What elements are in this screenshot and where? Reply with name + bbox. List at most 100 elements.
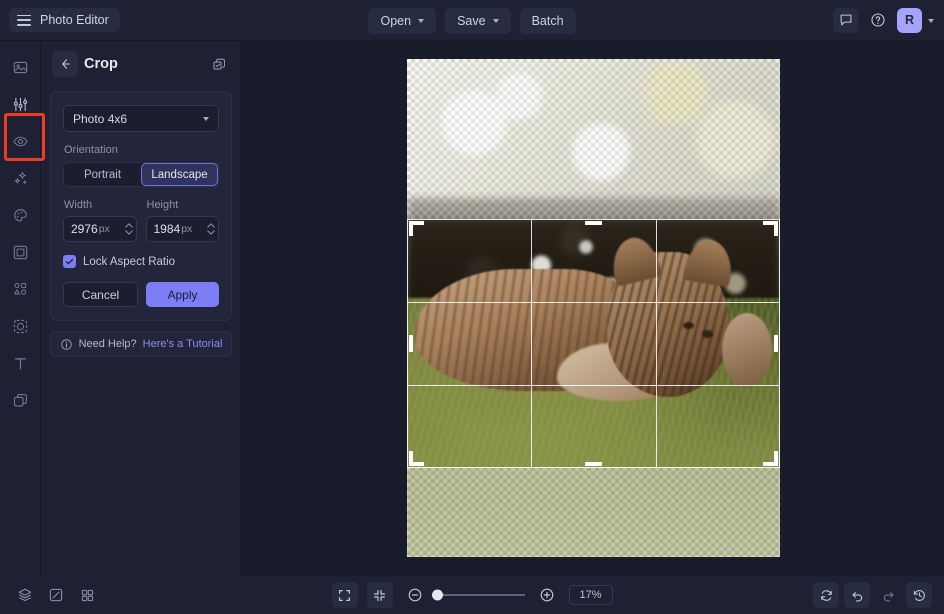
fit-content-button[interactable]	[367, 582, 393, 608]
zoom-in-button[interactable]	[534, 582, 560, 608]
action-buttons: Cancel Apply	[63, 282, 219, 307]
compare-icon	[48, 587, 64, 603]
comment-button[interactable]	[833, 8, 858, 33]
orientation-option-landscape[interactable]: Landscape	[141, 163, 218, 186]
page-title: Crop	[84, 56, 118, 72]
compare-button[interactable]	[43, 582, 69, 608]
width-unit: px	[99, 223, 110, 235]
undo-button[interactable]	[844, 582, 870, 608]
help-button[interactable]	[865, 8, 890, 33]
grid-button[interactable]	[74, 582, 100, 608]
open-button[interactable]: Open	[368, 8, 436, 34]
chevron-up-icon	[207, 223, 215, 228]
dimensions-row: Width 2976 px Height	[63, 199, 219, 242]
crop-settings-card: Photo 4x6 Orientation Portrait Landscape…	[50, 91, 232, 321]
zoom-slider-track[interactable]	[437, 594, 525, 596]
chevron-down-icon	[493, 19, 499, 23]
layers-button[interactable]	[12, 582, 38, 608]
lock-aspect-checkbox[interactable]	[63, 255, 76, 268]
sticker-icon	[12, 318, 29, 335]
app-menu-button[interactable]: Photo Editor	[9, 8, 120, 32]
width-group: Width 2976 px	[63, 199, 137, 242]
crop-region[interactable]	[407, 219, 780, 468]
sidebar-item-adjust[interactable]	[5, 89, 35, 119]
bottom-bar: 17%	[0, 576, 944, 614]
comment-icon	[839, 13, 853, 27]
help-circle-icon	[870, 12, 886, 28]
orientation-option-portrait[interactable]: Portrait	[64, 163, 141, 186]
zoom-out-button[interactable]	[402, 582, 428, 608]
sidebar-item-color[interactable]	[5, 200, 35, 230]
height-unit: px	[181, 223, 192, 235]
duplicate-icon	[212, 57, 227, 72]
layers-icon	[17, 587, 33, 603]
chevron-down-icon	[418, 19, 424, 23]
sidebar-item-image[interactable]	[5, 52, 35, 82]
arrow-left-icon	[58, 57, 72, 71]
top-bar-left: Photo Editor	[0, 8, 120, 32]
sidebar-item-effects[interactable]	[5, 163, 35, 193]
expand-icon	[337, 588, 352, 603]
minus-circle-icon	[407, 587, 423, 603]
tutorial-banner[interactable]: Need Help? Here's a Tutorial	[50, 331, 232, 357]
hamburger-icon	[17, 15, 31, 26]
cat-ear-right-crop	[683, 236, 736, 287]
save-button[interactable]: Save	[445, 8, 511, 34]
tool-rail	[0, 41, 41, 576]
redo-button[interactable]	[875, 582, 901, 608]
sidebar-item-layers[interactable]	[5, 385, 35, 415]
info-icon	[60, 338, 73, 351]
chevron-down-icon	[125, 230, 133, 235]
sidebar-item-retouch[interactable]	[5, 126, 35, 156]
collapse-icon	[372, 588, 387, 603]
undo-icon	[850, 588, 865, 603]
sparkles-icon	[12, 170, 29, 187]
apply-button[interactable]: Apply	[146, 282, 219, 307]
image-icon	[12, 59, 29, 76]
width-stepper[interactable]	[125, 223, 133, 235]
batch-button[interactable]: Batch	[520, 8, 576, 34]
back-button[interactable]	[52, 51, 78, 77]
sidebar-item-stickers[interactable]	[5, 311, 35, 341]
redo-icon	[881, 588, 896, 603]
height-input[interactable]: 1984 px	[146, 216, 220, 242]
plus-circle-icon	[539, 587, 555, 603]
panel-header: Crop	[50, 51, 232, 77]
height-label: Height	[147, 199, 220, 211]
cat-eye-left-crop	[683, 322, 694, 329]
top-bar: Photo Editor Open Save Batch	[0, 0, 944, 41]
sidebar-item-shapes[interactable]	[5, 274, 35, 304]
canvas-area[interactable]	[242, 41, 944, 576]
bottom-bar-center: 17%	[0, 582, 944, 608]
palette-icon	[12, 207, 29, 224]
zoom-slider-knob[interactable]	[432, 590, 443, 601]
chevron-down-icon[interactable]	[928, 19, 934, 23]
main-body: Crop Photo 4x6 Orientation Por	[0, 41, 944, 576]
zoom-level[interactable]: 17%	[569, 585, 613, 605]
frame-icon	[12, 244, 29, 261]
app-title: Photo Editor	[40, 13, 109, 27]
photo-full	[407, 219, 780, 468]
history-button[interactable]	[906, 582, 932, 608]
fit-screen-button[interactable]	[332, 582, 358, 608]
sidebar-item-text[interactable]	[5, 348, 35, 378]
zoom-slider[interactable]	[437, 594, 525, 596]
eye-icon	[12, 133, 29, 150]
tutorial-link[interactable]: Here's a Tutorial	[143, 338, 223, 350]
duplicate-button[interactable]	[208, 53, 230, 75]
reset-button[interactable]	[813, 582, 839, 608]
width-input[interactable]: 2976 px	[63, 216, 137, 242]
chevron-down-icon	[203, 117, 209, 121]
avatar[interactable]: R	[897, 8, 922, 33]
cancel-button[interactable]: Cancel	[63, 282, 138, 307]
lock-aspect-row[interactable]: Lock Aspect Ratio	[63, 255, 219, 268]
orientation-toggle: Portrait Landscape	[63, 162, 219, 187]
photo-cat-crop	[414, 238, 772, 407]
photo-scene-crop	[407, 219, 780, 468]
height-stepper[interactable]	[207, 223, 215, 235]
sidebar-item-frame[interactable]	[5, 237, 35, 267]
aspect-preset-select[interactable]: Photo 4x6	[63, 105, 219, 132]
history-icon	[912, 588, 927, 603]
image-canvas[interactable]	[407, 59, 780, 557]
shapes-icon	[12, 281, 29, 298]
